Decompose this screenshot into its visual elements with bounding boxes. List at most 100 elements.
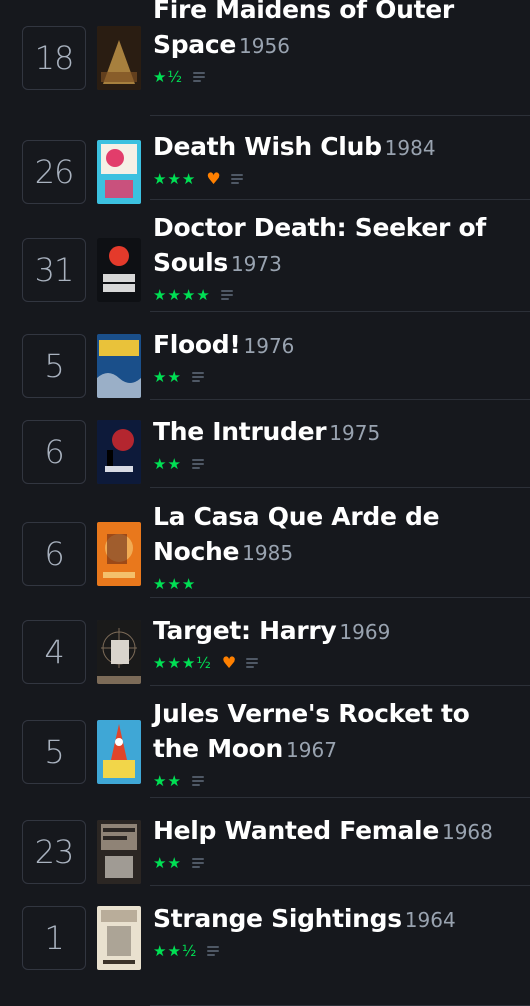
- diary-entry[interactable]: 6 La Casa Que Arde de Noche 1985 ★★★: [0, 488, 530, 598]
- film-year[interactable]: 1968: [442, 820, 493, 844]
- film-poster[interactable]: [97, 720, 141, 784]
- film-poster[interactable]: [97, 334, 141, 398]
- film-info: Fire Maidens of Outer Space 1956 ★½: [153, 0, 522, 88]
- entry-meta: ★★: [153, 453, 522, 475]
- star-rating: ★★: [153, 455, 182, 473]
- diary-day-box[interactable]: 26: [22, 140, 86, 204]
- entry-meta: ★★: [153, 852, 522, 874]
- review-lines-icon[interactable]: [246, 658, 259, 668]
- film-year[interactable]: 1967: [286, 738, 337, 762]
- film-title[interactable]: Fire Maidens of Outer Space: [153, 0, 454, 59]
- film-year[interactable]: 1975: [329, 421, 380, 445]
- entry-meta: ★★: [153, 366, 522, 388]
- review-lines-icon[interactable]: [220, 290, 233, 300]
- diary-day-box[interactable]: 1: [22, 906, 86, 970]
- film-poster[interactable]: [97, 420, 141, 484]
- film-title[interactable]: Death Wish Club: [153, 132, 382, 161]
- review-lines-icon[interactable]: [191, 372, 204, 382]
- diary-day-box[interactable]: 4: [22, 620, 86, 684]
- diary-entry[interactable]: 4 Target: Harry 1969 ★★★½ ♥: [0, 598, 530, 686]
- film-poster[interactable]: [97, 238, 141, 302]
- entry-meta: ★★★ ♥: [153, 168, 522, 190]
- film-title-line[interactable]: Fire Maidens of Outer Space 1956: [153, 0, 522, 64]
- diary-day-box[interactable]: 6: [22, 522, 86, 586]
- film-info: Strange Sightings 1964 ★★½: [153, 901, 522, 962]
- film-title-line[interactable]: Doctor Death: Seeker of Souls 1973: [153, 210, 522, 282]
- entry-meta: ★½: [153, 66, 522, 88]
- film-title-line[interactable]: Death Wish Club 1984: [153, 129, 522, 166]
- film-info: The Intruder 1975 ★★: [153, 414, 522, 475]
- diary-entry[interactable]: 5 Flood! 1976 ★★: [0, 312, 530, 400]
- film-title-line[interactable]: Help Wanted Female 1968: [153, 813, 522, 850]
- film-poster[interactable]: [97, 26, 141, 90]
- film-year[interactable]: 1964: [405, 908, 456, 932]
- film-year[interactable]: 1985: [242, 541, 293, 565]
- entry-meta: ★★★: [153, 573, 522, 595]
- entry-meta: ★★½: [153, 940, 522, 962]
- diary-day-box[interactable]: 5: [22, 720, 86, 784]
- heart-icon: ♥: [221, 653, 237, 672]
- star-rating: ★★: [153, 368, 182, 386]
- film-info: Jules Verne's Rocket to the Moon 1967 ★★: [153, 696, 522, 792]
- diary-entry[interactable]: 6 The Intruder 1975 ★★: [0, 400, 530, 488]
- star-rating: ★★★: [153, 170, 197, 188]
- film-title[interactable]: Flood!: [153, 330, 241, 359]
- film-title[interactable]: Strange Sightings: [153, 904, 402, 933]
- film-poster[interactable]: [97, 620, 141, 684]
- diary-entry[interactable]: 5 Jules Verne's Rocket to the Moon 1967 ★…: [0, 686, 530, 798]
- film-title-line[interactable]: Flood! 1976: [153, 327, 522, 364]
- star-rating: ★★★½: [153, 654, 212, 672]
- film-info: Help Wanted Female 1968 ★★: [153, 813, 522, 874]
- film-title-line[interactable]: Jules Verne's Rocket to the Moon 1967: [153, 696, 522, 768]
- star-rating: ★★: [153, 854, 182, 872]
- diary-entry[interactable]: 1 Strange Sightings 1964 ★★½: [0, 886, 530, 1006]
- film-info: Death Wish Club 1984 ★★★ ♥: [153, 129, 522, 190]
- star-rating: ★★★: [153, 575, 197, 593]
- diary-entry[interactable]: 26 Death Wish Club 1984 ★★★ ♥: [0, 116, 530, 204]
- entry-meta: ★★: [153, 770, 522, 792]
- diary-day-box[interactable]: 5: [22, 334, 86, 398]
- film-title[interactable]: Target: Harry: [153, 616, 337, 645]
- star-rating: ★★★★: [153, 286, 211, 304]
- film-title[interactable]: Help Wanted Female: [153, 816, 439, 845]
- film-year[interactable]: 1956: [239, 34, 290, 58]
- film-info: Doctor Death: Seeker of Souls 1973 ★★★★: [153, 210, 522, 306]
- film-title-line[interactable]: The Intruder 1975: [153, 414, 522, 451]
- review-lines-icon[interactable]: [191, 459, 204, 469]
- film-info: Flood! 1976 ★★: [153, 327, 522, 388]
- diary-day-box[interactable]: 23: [22, 820, 86, 884]
- star-rating: ★½: [153, 68, 183, 86]
- diary-day-box[interactable]: 6: [22, 420, 86, 484]
- film-title[interactable]: The Intruder: [153, 417, 327, 446]
- star-rating: ★★½: [153, 942, 198, 960]
- review-lines-icon[interactable]: [230, 174, 243, 184]
- review-lines-icon[interactable]: [193, 72, 205, 82]
- film-year[interactable]: 1976: [244, 334, 295, 358]
- diary-day-box[interactable]: 18: [22, 26, 86, 90]
- entry-meta: ★★★★: [153, 284, 522, 306]
- film-title-line[interactable]: Target: Harry 1969: [153, 613, 522, 650]
- film-title-line[interactable]: Strange Sightings 1964: [153, 901, 522, 938]
- film-poster[interactable]: [97, 906, 141, 970]
- review-lines-icon[interactable]: [191, 858, 204, 868]
- film-title-line[interactable]: La Casa Que Arde de Noche 1985: [153, 499, 522, 571]
- diary-entry[interactable]: 23 Help Wanted Female 1968 ★★: [0, 798, 530, 886]
- review-lines-icon[interactable]: [207, 946, 220, 956]
- review-lines-icon[interactable]: [191, 776, 204, 786]
- star-rating: ★★: [153, 772, 182, 790]
- film-poster[interactable]: [97, 522, 141, 586]
- film-year[interactable]: 1984: [385, 136, 436, 160]
- film-info: Target: Harry 1969 ★★★½ ♥: [153, 613, 522, 674]
- entry-meta: ★★★½ ♥: [153, 652, 522, 674]
- heart-icon: ♥: [206, 169, 221, 188]
- diary-day-box[interactable]: 31: [22, 238, 86, 302]
- film-poster[interactable]: [97, 820, 141, 884]
- film-poster[interactable]: [97, 140, 141, 204]
- film-year[interactable]: 1969: [339, 620, 390, 644]
- diary-list: 18 Fire Maidens of Outer Space 1956 ★½ 26…: [0, 0, 530, 1006]
- diary-entry[interactable]: 31 Doctor Death: Seeker of Souls 1973 ★★★…: [0, 200, 530, 312]
- diary-entry[interactable]: 18 Fire Maidens of Outer Space 1956 ★½: [0, 0, 530, 116]
- film-year[interactable]: 1973: [231, 252, 282, 276]
- film-title[interactable]: La Casa Que Arde de Noche: [153, 502, 440, 566]
- film-title[interactable]: Doctor Death: Seeker of Souls: [153, 213, 486, 277]
